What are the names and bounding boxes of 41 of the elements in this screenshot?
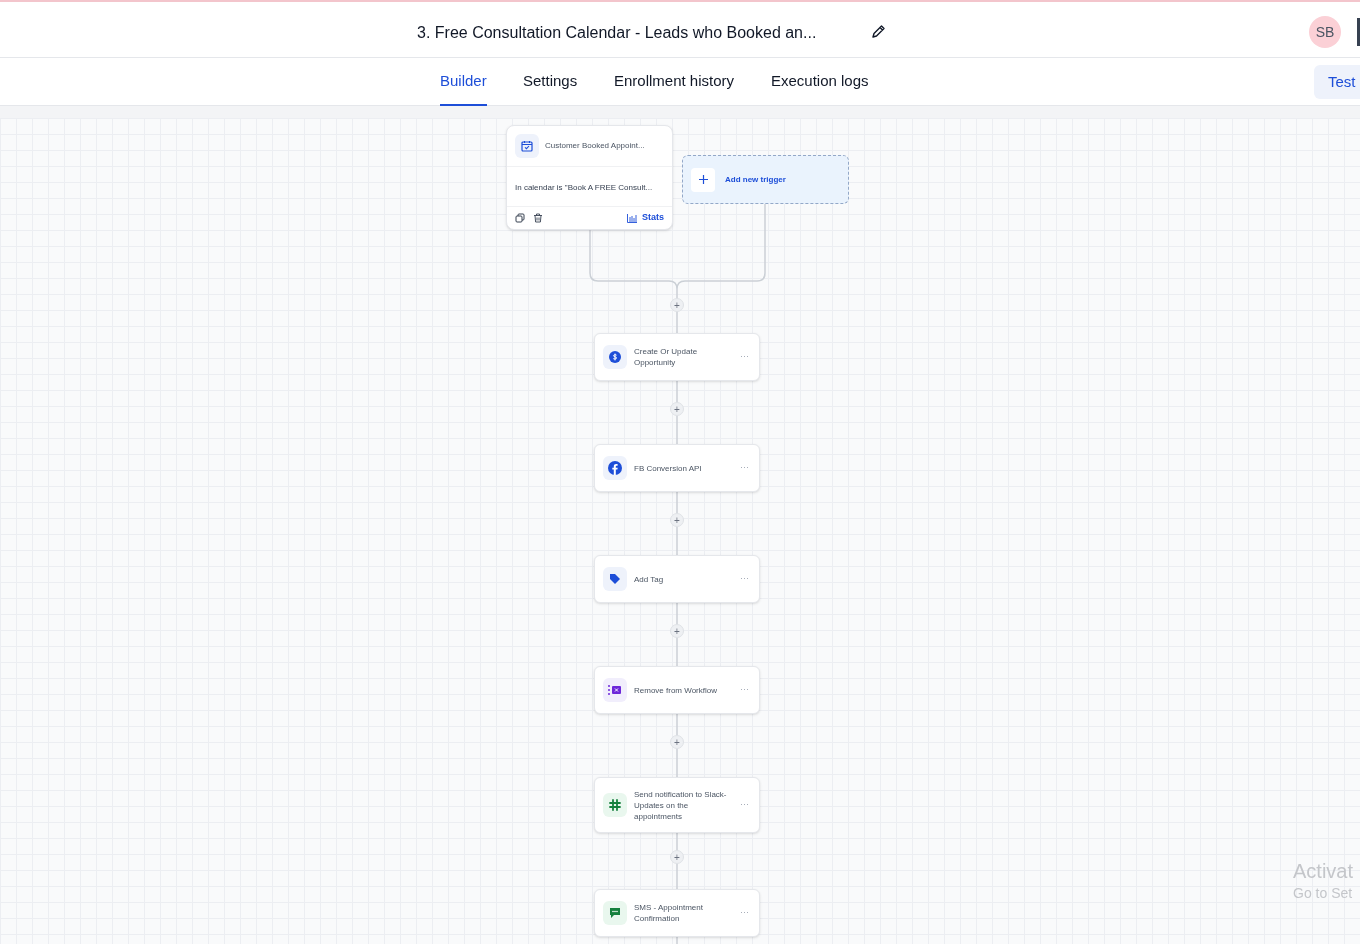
action-label: Create Or Update Opportunity [634,346,699,368]
hash-icon [603,793,627,817]
add-step-button[interactable]: + [670,298,684,312]
trash-icon[interactable] [533,213,543,223]
copy-icon[interactable] [515,213,525,223]
action-card[interactable]: Remove from Workflow ··· [594,666,760,714]
tab[interactable]: Settings [523,58,578,106]
trigger-title: Customer Booked Appoint... [545,140,645,152]
plus-icon [698,175,708,184]
action-card[interactable]: FB Conversion API ··· [594,444,760,492]
action-label: Send notification to Slack- Updates on the appointments [634,788,728,822]
action-card[interactable]: Add Tag ··· [594,555,760,603]
edit-icon[interactable] [871,24,886,39]
workflow-title: 3. Free Consultation Calendar - Leads who Booked an... [417,23,817,43]
action-card[interactable]: SMS - Appointment Confirmation ··· [594,889,760,937]
trigger-filter: In calendar is "Book A FREE Consult... [515,183,653,192]
bar-chart-icon [627,213,637,223]
tab[interactable]: Enrollment history [614,58,735,106]
action-label: Remove from Workflow [634,684,718,696]
action-label: Add Tag [634,573,665,585]
add-step-button[interactable]: + [670,513,684,527]
remove-icon [603,678,627,702]
add-step-button[interactable]: + [670,850,684,864]
facebook-icon [603,456,627,480]
add-trigger-button[interactable]: Add new trigger [682,155,849,204]
stats-button[interactable]: Stats [627,211,664,225]
add-step-button[interactable]: + [670,402,684,416]
dollar-icon [603,345,627,369]
calendar-icon [515,134,539,158]
action-label: FB Conversion API [634,462,703,474]
tab[interactable]: Execution logs [771,58,869,106]
tag-icon [603,567,627,591]
test-button[interactable]: Test [1314,65,1360,99]
action-card[interactable]: Create Or Update Opportunity ··· [594,333,760,381]
add-step-button[interactable]: + [670,624,684,638]
trigger-card[interactable]: Customer Booked Appoint... In calendar is "Book A FREE Consult... Stats [506,125,673,230]
action-label: SMS - Appointment Confirmation [634,902,704,924]
add-step-button[interactable]: + [670,735,684,749]
chat-icon [603,901,627,925]
action-card[interactable]: Send notification to Slack- Updates on the appointments ··· [594,777,760,833]
user-avatar[interactable]: SB [1309,16,1341,48]
